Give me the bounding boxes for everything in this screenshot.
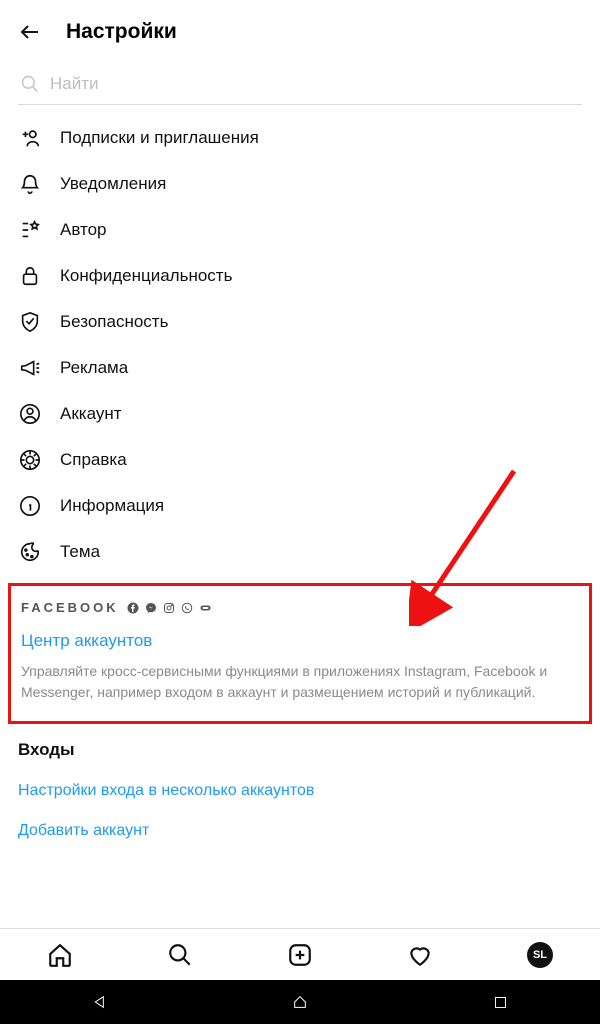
messenger-icon	[145, 601, 158, 614]
facebook-brand-row: FACEBOOK	[21, 600, 579, 615]
nav-home-icon	[292, 994, 308, 1010]
home-icon	[47, 942, 73, 968]
menu-item-security[interactable]: Безопасность	[0, 299, 600, 345]
menu-item-follows[interactable]: Подписки и приглашения	[0, 115, 600, 161]
star-icon	[18, 218, 42, 242]
plus-square-icon	[287, 942, 313, 968]
accounts-center-section: FACEBOOK Центр аккаунтов Управляйте крос…	[8, 583, 592, 724]
avatar: SL	[527, 942, 553, 968]
menu-item-label: Уведомления	[60, 174, 166, 194]
nav-back[interactable]	[90, 992, 110, 1012]
logins-section: Входы Настройки входа в несколько аккаун…	[0, 724, 600, 840]
search-input[interactable]	[50, 74, 580, 94]
heart-icon	[407, 942, 433, 968]
accounts-center-description: Управляйте кросс-сервисными функциями в …	[21, 661, 579, 703]
tab-search[interactable]	[167, 942, 193, 968]
multi-account-login-link[interactable]: Настройки входа в несколько аккаунтов	[18, 782, 582, 800]
tab-new-post[interactable]	[287, 942, 313, 968]
menu-item-label: Безопасность	[60, 312, 168, 332]
facebook-icon	[127, 601, 140, 614]
settings-menu: Подписки и приглашения Уведомления Автор…	[0, 111, 600, 577]
accounts-center-link[interactable]: Центр аккаунтов	[21, 631, 579, 651]
menu-item-label: Тема	[60, 542, 100, 562]
menu-item-label: Подписки и приглашения	[60, 128, 259, 148]
account-icon	[18, 402, 42, 426]
menu-item-about[interactable]: Информация	[0, 483, 600, 529]
arrow-left-icon	[18, 20, 42, 44]
menu-item-creator[interactable]: Автор	[0, 207, 600, 253]
android-nav-bar	[0, 980, 600, 1024]
menu-item-account[interactable]: Аккаунт	[0, 391, 600, 437]
search-icon	[20, 74, 40, 94]
square-icon	[493, 995, 508, 1010]
menu-item-label: Информация	[60, 496, 164, 516]
menu-item-label: Конфиденциальность	[60, 266, 232, 286]
tab-profile[interactable]: SL	[527, 942, 553, 968]
logins-heading: Входы	[18, 740, 582, 760]
whatsapp-icon	[181, 601, 194, 614]
info-icon	[18, 494, 42, 518]
header: Настройки	[0, 0, 600, 58]
nav-recent[interactable]	[490, 992, 510, 1012]
nav-home[interactable]	[290, 992, 310, 1012]
page-title: Настройки	[66, 20, 177, 44]
add-account-link[interactable]: Добавить аккаунт	[18, 822, 582, 840]
menu-item-notifications[interactable]: Уведомления	[0, 161, 600, 207]
menu-item-ads[interactable]: Реклама	[0, 345, 600, 391]
bottom-tab-bar: SL	[0, 928, 600, 980]
menu-item-privacy[interactable]: Конфиденциальность	[0, 253, 600, 299]
add-user-icon	[18, 126, 42, 150]
menu-item-label: Автор	[60, 220, 107, 240]
bell-icon	[18, 172, 42, 196]
menu-item-label: Аккаунт	[60, 404, 122, 424]
triangle-back-icon	[92, 994, 108, 1010]
search-icon	[167, 942, 193, 968]
menu-item-theme[interactable]: Тема	[0, 529, 600, 575]
tab-activity[interactable]	[407, 942, 433, 968]
tab-home[interactable]	[47, 942, 73, 968]
instagram-icon	[163, 601, 176, 614]
oculus-icon	[199, 601, 212, 614]
menu-item-help[interactable]: Справка	[0, 437, 600, 483]
megaphone-icon	[18, 356, 42, 380]
facebook-wordmark: FACEBOOK	[21, 600, 119, 615]
shield-icon	[18, 310, 42, 334]
back-button[interactable]	[18, 20, 42, 44]
theme-icon	[18, 540, 42, 564]
brand-icons	[127, 601, 212, 614]
lock-icon	[18, 264, 42, 288]
search-field[interactable]	[18, 68, 582, 105]
menu-item-label: Реклама	[60, 358, 128, 378]
help-icon	[18, 448, 42, 472]
menu-item-label: Справка	[60, 450, 127, 470]
